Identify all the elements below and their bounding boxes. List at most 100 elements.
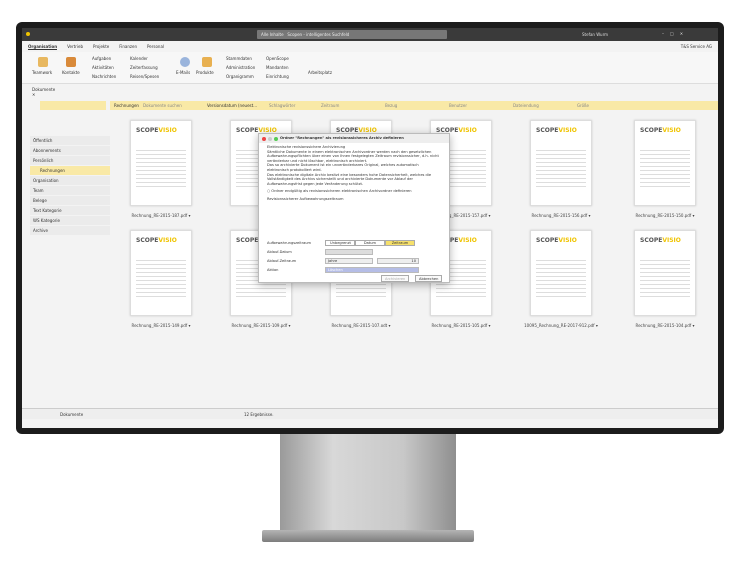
cancel-button[interactable]: Abbrechen [415, 275, 443, 282]
sort-select[interactable]: Versionsdatum (neuest... [207, 103, 265, 108]
folder-view-icons[interactable] [30, 114, 110, 136]
filter-bezug[interactable]: Bezug [385, 103, 445, 108]
sidebar-item[interactable]: Archive [30, 226, 110, 235]
aufgaben-button[interactable]: Aufgaben [92, 56, 111, 61]
file-name[interactable]: Rechnung_RE-2015-107.odt ▾ [311, 323, 411, 328]
document-thumbnail[interactable]: SCOPEVISIO [530, 120, 592, 206]
window-controls[interactable]: –□✕ [662, 31, 689, 36]
seg-datum[interactable]: Datum [355, 240, 385, 246]
search-scope[interactable]: Alle Inhalte [261, 32, 284, 37]
sidebar-item[interactable]: Abonnements [30, 146, 110, 155]
sidebar-item[interactable]: Öffentlich [30, 136, 110, 145]
seg-unbegrenzt[interactable]: Unbegrenzt [325, 240, 355, 246]
file-name[interactable]: Rechnung_RE-2015-109.pdf ▾ [211, 323, 311, 328]
unit-select[interactable]: Jahre [325, 258, 373, 264]
file-name[interactable]: Rechnung_RE-2015-149.pdf ▾ [111, 323, 211, 328]
years-input[interactable]: 10 [377, 258, 419, 264]
title-bar: Alle Inhalte Scopen - intelligentes Such… [22, 28, 718, 41]
document-thumbnail[interactable]: SCOPEVISIO [130, 230, 192, 316]
minimize-icon[interactable] [268, 136, 272, 141]
user-menu[interactable]: Stefan Wurm [582, 32, 608, 37]
checkbox-label: Ordner endgültig als revisionssicheren e… [271, 189, 412, 194]
action-select[interactable]: Löschen [325, 267, 419, 273]
document-thumbnail[interactable]: SCOPEVISIO [130, 120, 192, 206]
sidebar-item[interactable]: Text Kategorie [30, 206, 110, 215]
maximize-icon[interactable] [274, 136, 278, 141]
kontakte-button[interactable]: Kontakte [62, 70, 80, 75]
tab-finanzen[interactable]: Finanzen [119, 44, 137, 50]
administration-button[interactable]: Administration [226, 65, 255, 70]
tab-vertrieb[interactable]: Vertrieb [67, 44, 83, 50]
status-bar: Dokumente 12 Ergebnisse. [22, 408, 718, 419]
sidebar-item[interactable]: WS Kategorie [30, 216, 110, 225]
tab-projekte[interactable]: Projekte [93, 44, 109, 50]
arbeitsplatz-button[interactable]: Arbeitsplatz [308, 70, 332, 75]
tab-dokumente[interactable]: Dokumente ✕ [30, 84, 60, 97]
file-name[interactable]: Rechnung_RE-2015-187.pdf ▾ [111, 213, 211, 218]
label: Aufbewahrungszeitraum [267, 241, 312, 245]
aktivitaeten-button[interactable]: Aktivitäten [92, 65, 114, 70]
document-search-input[interactable]: Dokumente suchen [143, 103, 203, 108]
sidebar-search-input[interactable] [40, 101, 106, 110]
folder-chip[interactable]: Rechnungen [114, 103, 139, 108]
sidebar-item-selected[interactable]: Rechnungen [30, 166, 110, 175]
file-name[interactable]: Rechnung_RE-2015-104.pdf ▾ [615, 323, 715, 328]
expiry-date-field[interactable] [325, 249, 373, 255]
tab-personal[interactable]: Personal [147, 44, 164, 50]
filter-dateiendung[interactable]: Dateiendung [513, 103, 573, 108]
logo: SCOPEVISIO [640, 127, 681, 134]
sidebar-item[interactable]: Team [30, 186, 110, 195]
global-search[interactable]: Alle Inhalte Scopen - intelligentes Such… [257, 30, 447, 39]
file-name[interactable]: Rechnung_RE-2015-156.pdf ▾ [511, 213, 611, 218]
document-preview [536, 257, 586, 297]
paragraph: Sämtliche Dokumente in einem elektronisc… [267, 149, 439, 163]
archive-dialog: Ordner "Rechnungen" als revisionssichere… [258, 133, 450, 283]
document-preview [536, 147, 586, 187]
dialog-title: Ordner "Rechnungen" als revisionssichere… [280, 136, 404, 141]
monitor-stand [280, 434, 456, 534]
seg-zeitraum[interactable]: Zeitraum [385, 240, 415, 246]
document-thumbnail[interactable]: SCOPEVISIO [530, 230, 592, 316]
file-name[interactable]: 10095_Rechnung_RE-2017-912.pdf ▾ [511, 323, 611, 328]
filter-zeitraum[interactable]: Zeitraum [321, 103, 381, 108]
close-icon[interactable] [262, 136, 266, 141]
email-icon [180, 57, 190, 67]
document-preview [640, 147, 690, 187]
app-logo-icon [26, 32, 30, 36]
tab-label: Dokumente [32, 87, 56, 92]
label: Aktion [267, 268, 279, 272]
file-name[interactable]: Rechnung_RE-2015-150.pdf ▾ [615, 213, 715, 218]
filter-benutzer[interactable]: Benutzer [449, 103, 509, 108]
stammdaten-button[interactable]: Stammdaten [226, 56, 252, 61]
document-thumbnail[interactable]: SCOPEVISIO [634, 120, 696, 206]
tab-organisation[interactable]: Organisation [28, 44, 58, 50]
folder-tree: Öffentlich Abonnements Persönlich Rechnu… [30, 114, 110, 236]
kalender-button[interactable]: Kalender [130, 56, 148, 61]
company-selector[interactable]: T&S Service AG [681, 44, 712, 50]
filter-schlagwoerter[interactable]: Schlagwörter [269, 103, 317, 108]
nachrichten-button[interactable]: Nachrichten [92, 74, 116, 79]
archive-button[interactable]: Archivieren [381, 275, 410, 282]
reisen-button[interactable]: Reisen/Spesen [130, 74, 159, 79]
document-preview [136, 257, 186, 297]
einrichtung-button[interactable]: Einrichtung [266, 74, 289, 79]
emails-button[interactable]: E-Mails [176, 70, 190, 75]
produkte-button[interactable]: Produkte [196, 70, 214, 75]
sidebar-item[interactable]: Organisation [30, 176, 110, 185]
teamwork-button[interactable]: Teamwork [32, 70, 52, 75]
paragraph: Das elektronische digitale Archiv besitz… [267, 172, 432, 186]
sidebar-item[interactable]: Persönlich [30, 156, 110, 165]
file-name[interactable]: Rechnung_RE-2015-105.pdf ▾ [411, 323, 511, 328]
organigramm-button[interactable]: Organigramm [226, 74, 254, 79]
section-heading: Revisionssicherer Aufbewahrungszeitraum [267, 196, 344, 201]
openscope-button[interactable]: OpenScope [266, 56, 289, 61]
filter-groesse[interactable]: Größe [577, 103, 637, 108]
archive-checkbox[interactable]: ○ Ordner endgültig als revisionssicheren… [267, 189, 441, 194]
monitor-foot [262, 530, 474, 542]
zeiterfassung-button[interactable]: Zeiterfassung [130, 65, 158, 70]
mandanten-button[interactable]: Mandanten [266, 65, 289, 70]
label: Ablauf-Datum [267, 250, 292, 254]
sidebar-item[interactable]: Belege [30, 196, 110, 205]
document-thumbnail[interactable]: SCOPEVISIO [634, 230, 696, 316]
document-preview [640, 257, 690, 297]
